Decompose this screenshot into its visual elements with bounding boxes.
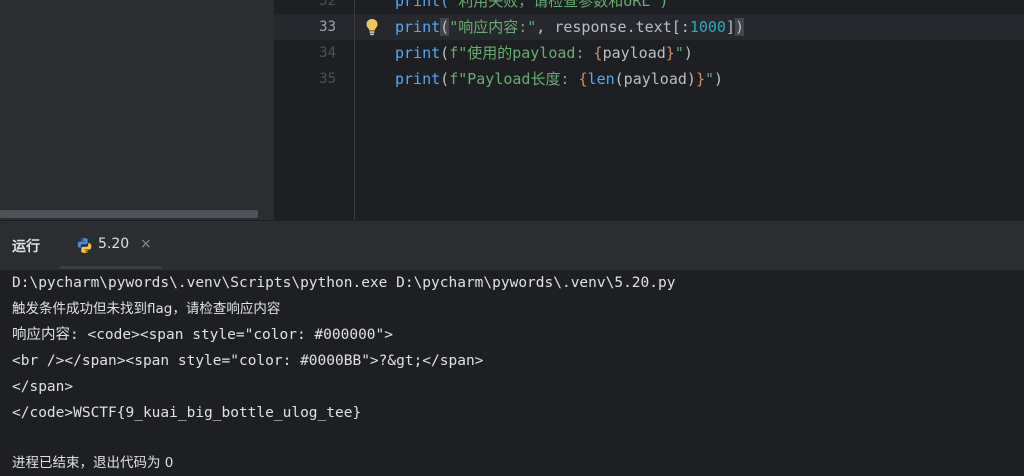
code-token-paren: ( [440,44,450,62]
run-tab-5-20[interactable]: 5.20 × [60,227,162,269]
code-token-string: " [704,70,714,88]
close-icon[interactable]: × [140,236,152,252]
code-token-paren: ) [714,70,724,88]
code-line[interactable]: print("利用失败，请检查参数和URL") [355,0,1024,14]
console-line: </code>WSCTF{9_kuai_big_bottle_ulog_tee} [12,405,362,421]
line-number: 35 [319,71,336,87]
console-line: D:\pycharm\pywords\.venv\Scripts\python.… [12,275,676,291]
run-console-output[interactable]: D:\pycharm\pywords\.venv\Scripts\python.… [0,270,1024,472]
code-token-string: "响应内容:" [449,18,537,36]
console-line: 触发条件成功但未找到flag，请检查响应内容 [12,301,281,317]
code-token-brace: } [665,44,675,62]
code-token-brace: { [578,70,588,88]
line-number: 34 [319,45,336,61]
active-tab-indicator [60,266,162,269]
code-editor[interactable]: 32 33 34 35 print("利用失败，请检查参数和URL") prin… [0,0,1024,220]
code-token-paren: ) [734,18,744,36]
console-exit-line: 进程已结束，退出代码为 0 [12,455,174,471]
code-token-function: print [395,44,441,62]
python-icon [77,238,92,253]
console-line: </span> [12,379,74,395]
code-token-function: print( [395,0,450,10]
project-panel[interactable] [0,0,274,220]
code-token-variable: payload [602,44,666,62]
code-token-plain: ] [725,18,735,36]
line-number: 32 [319,0,336,9]
code-token-string: f"Payload长度: [449,70,579,88]
console-line: 响应内容: <code><span style="color: #000000"… [12,327,393,343]
run-tool-window-header: 运行 5.20 × [0,220,1024,271]
code-token-paren: ) [683,44,693,62]
code-token-function: print [395,18,441,36]
console-line: <br /></span><span style="color: #0000BB… [12,353,484,369]
code-area[interactable]: print("利用失败，请检查参数和URL") print("响应内容:", r… [355,0,1024,220]
code-token-plain: , response.text[: [536,18,690,36]
code-token-string: f"使用的payload: [449,44,594,62]
code-token-paren: ( [440,70,450,88]
code-token-function: len [587,70,615,88]
code-line-current[interactable]: print("响应内容:", response.text[:1000]) [355,14,1024,40]
code-token-brace: } [695,70,705,88]
line-number-current: 33 [319,19,336,35]
lightbulb-icon[interactable] [365,18,379,36]
code-token-string: " [674,44,684,62]
code-token-brace: { [593,44,603,62]
run-panel-title: 运行 [12,239,40,255]
code-token-number: 1000 [689,18,726,36]
code-token-function: print [395,70,441,88]
code-token-plain: (payload) [614,70,696,88]
code-token-paren: ( [440,18,450,36]
code-token-string: "利用失败，请检查参数和URL") [449,0,669,10]
run-tab-label: 5.20 [98,236,130,252]
horizontal-scrollbar[interactable] [0,210,258,218]
code-line[interactable]: print(f"Payload长度: {len(payload)}") [355,66,1024,92]
code-line[interactable]: print(f"使用的payload: {payload}") [355,40,1024,66]
